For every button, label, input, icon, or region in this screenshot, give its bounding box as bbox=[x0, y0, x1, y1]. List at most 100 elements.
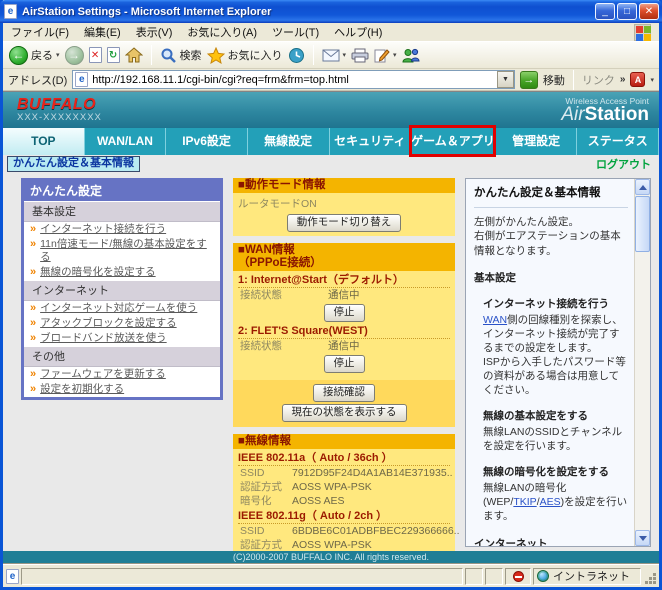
menu-favorites[interactable]: お気に入り(A) bbox=[187, 24, 257, 40]
tab-ipv6[interactable]: IPv6設定 bbox=[166, 128, 248, 155]
band-11a-name: IEEE 802.11a（ Auto / 36ch ） bbox=[238, 452, 450, 466]
airstation-logo: AirStation bbox=[561, 104, 649, 125]
stop-button[interactable]: ✕ bbox=[88, 47, 102, 63]
show-status-button[interactable]: 現在の状態を表示する bbox=[281, 404, 407, 422]
double-chevron-icon: » bbox=[30, 332, 37, 344]
connection-check-button[interactable]: 接続確認 bbox=[313, 384, 375, 402]
help-scrollbar[interactable] bbox=[634, 179, 650, 546]
help-section-internet: インターネット bbox=[474, 537, 548, 546]
logout-link[interactable]: ログアウト bbox=[596, 156, 651, 172]
forward-icon: → bbox=[68, 48, 81, 62]
home-icon[interactable] bbox=[124, 47, 143, 63]
ssid-value: 7912D95F24D4A1AB14E371935.. bbox=[292, 467, 453, 479]
sidebar-link-internet-setup[interactable]: » インターネット接続を行う bbox=[24, 222, 220, 237]
help-heading-internet: インターネット接続を行う bbox=[483, 297, 609, 310]
mail-button[interactable]: ▾ bbox=[322, 49, 347, 62]
mode-section: ■動作モード情報 ルータモードON 動作モード切り替え bbox=[233, 178, 455, 236]
status-message-area bbox=[21, 567, 463, 585]
double-chevron-icon: » bbox=[30, 317, 37, 329]
tab-wireless[interactable]: 無線設定 bbox=[248, 128, 330, 155]
close-button[interactable]: ✕ bbox=[639, 3, 659, 20]
messenger-icon[interactable] bbox=[402, 48, 420, 63]
tkip-link[interactable]: TKIP bbox=[513, 496, 536, 508]
help-text-internet: WAN側の回線種別を探索し、インターネット接続が完了するまでの設定をします。 IS… bbox=[483, 313, 626, 397]
sidebar-link-games[interactable]: » インターネット対応ゲームを使う bbox=[24, 301, 220, 316]
help-text-wlan-basic: 無線LANのSSIDとチャンネルを設定を行います。 bbox=[483, 426, 623, 453]
back-button[interactable]: ← 戻る ▾ bbox=[9, 45, 60, 65]
minimize-button[interactable]: _ bbox=[595, 3, 615, 20]
double-chevron-icon: » bbox=[30, 238, 37, 250]
maximize-button[interactable]: □ bbox=[617, 3, 637, 20]
menu-tools[interactable]: ツール(T) bbox=[272, 24, 319, 40]
edit-dropdown-icon[interactable]: ▾ bbox=[393, 51, 397, 59]
popup-blocked-indicator[interactable] bbox=[505, 567, 531, 585]
address-bar: アドレス(D) e http://192.168.11.1/cgi-bin/cg… bbox=[3, 69, 659, 91]
adobe-addon-icon[interactable]: A bbox=[630, 72, 646, 87]
mail-dropdown-icon[interactable]: ▾ bbox=[343, 51, 347, 59]
address-url[interactable]: http://192.168.11.1/cgi-bin/cgi?req=frm&… bbox=[92, 74, 349, 86]
stop-button-1[interactable]: 停止 bbox=[323, 304, 365, 322]
links-chevron-icon[interactable]: » bbox=[620, 74, 626, 85]
tab-security[interactable]: セキュリティ bbox=[330, 128, 412, 155]
stop-button-2[interactable]: 停止 bbox=[323, 355, 365, 373]
stop-icon: ✕ bbox=[90, 49, 100, 61]
toolbar-separator bbox=[572, 69, 574, 90]
band-11g-name: IEEE 802.11g（ Auto / 2ch ） bbox=[238, 510, 450, 524]
favorites-button[interactable]: お気に入り bbox=[206, 46, 283, 64]
edit-icon bbox=[374, 48, 390, 62]
addon-dropdown-icon[interactable]: ▾ bbox=[650, 76, 654, 84]
menu-edit[interactable]: 編集(E) bbox=[84, 24, 121, 40]
tab-wan-lan[interactable]: WAN/LAN bbox=[85, 128, 167, 155]
back-dropdown-icon[interactable]: ▾ bbox=[56, 51, 60, 59]
resize-grip[interactable] bbox=[643, 568, 657, 585]
status-cell bbox=[465, 567, 483, 585]
mail-icon bbox=[322, 49, 340, 61]
help-panel: かんたん設定＆基本情報 左側がかんたん設定。 右側がエアステーションの基本情報とな… bbox=[465, 178, 651, 547]
tab-status[interactable]: ステータス bbox=[577, 128, 659, 155]
address-dropdown-icon[interactable]: ▼ bbox=[496, 71, 514, 88]
double-chevron-icon: » bbox=[30, 368, 37, 380]
refresh-button[interactable]: ↻ bbox=[106, 47, 120, 63]
history-icon[interactable] bbox=[288, 47, 305, 64]
menu-view[interactable]: 表示(V) bbox=[136, 24, 173, 40]
edit-button[interactable]: ▾ bbox=[374, 48, 397, 63]
sidebar-link-firmware[interactable]: » ファームウェアを更新する bbox=[24, 367, 220, 382]
go-button[interactable]: → bbox=[519, 70, 538, 89]
mode-section-title: ■動作モード情報 bbox=[233, 178, 455, 193]
scroll-up-button[interactable] bbox=[635, 179, 650, 195]
wan-link[interactable]: WAN bbox=[483, 314, 507, 326]
mode-switch-button[interactable]: 動作モード切り替え bbox=[286, 214, 402, 232]
security-zone: イントラネット bbox=[533, 567, 641, 585]
arrow-down-icon bbox=[638, 535, 647, 541]
tab-admin[interactable]: 管理設定 bbox=[496, 128, 578, 155]
tab-top[interactable]: TOP bbox=[3, 128, 85, 155]
sidebar-link-11n-mode[interactable]: » 11n倍速モード/無線の基本設定をする bbox=[24, 237, 220, 265]
divider bbox=[474, 207, 628, 209]
scroll-down-button[interactable] bbox=[635, 530, 650, 546]
sidebar-link-encryption[interactable]: » 無線の暗号化を設定する bbox=[24, 265, 220, 280]
favorites-star-icon bbox=[206, 46, 225, 64]
sidebar-section-other: その他 bbox=[24, 346, 220, 367]
scroll-thumb[interactable] bbox=[635, 196, 650, 252]
page-body: かんたん設定 基本設定 » インターネット接続を行う » 11n倍速モード/無線の基… bbox=[3, 172, 659, 551]
tab-game-apps[interactable]: ゲーム＆アプリ bbox=[409, 125, 496, 157]
ie-page-icon: e bbox=[75, 72, 89, 87]
sidebar-link-reset[interactable]: » 設定を初期化する bbox=[24, 382, 220, 397]
state-value: 通信中 bbox=[328, 289, 360, 301]
print-icon[interactable] bbox=[351, 48, 369, 63]
go-label[interactable]: 移動 bbox=[543, 72, 565, 88]
menu-file[interactable]: ファイル(F) bbox=[11, 24, 69, 40]
aes-link[interactable]: AES bbox=[540, 496, 561, 508]
search-button[interactable]: 検索 bbox=[160, 47, 202, 64]
address-input[interactable]: e http://192.168.11.1/cgi-bin/cgi?req=fr… bbox=[72, 70, 515, 89]
wan-connection-1-name: 1: Internet@Start（デフォルト） bbox=[238, 274, 450, 288]
forward-button[interactable]: → bbox=[64, 45, 84, 65]
sidebar-link-broadband[interactable]: » ブロードバンド放送を使う bbox=[24, 331, 220, 346]
menu-help[interactable]: ヘルプ(H) bbox=[334, 24, 382, 40]
sidebar-link-attack-block[interactable]: » アタックブロックを設定する bbox=[24, 316, 220, 331]
ssid-value: 6BDBE6C01ADBFBEC229366666.. bbox=[292, 525, 460, 537]
browser-window: e AirStation Settings - Microsoft Intern… bbox=[0, 0, 662, 590]
address-label: アドレス(D) bbox=[8, 74, 68, 87]
links-label[interactable]: リンク bbox=[582, 72, 615, 88]
menu-bar: ファイル(F) 編集(E) 表示(V) お気に入り(A) ツール(T) ヘルプ(… bbox=[3, 23, 659, 42]
